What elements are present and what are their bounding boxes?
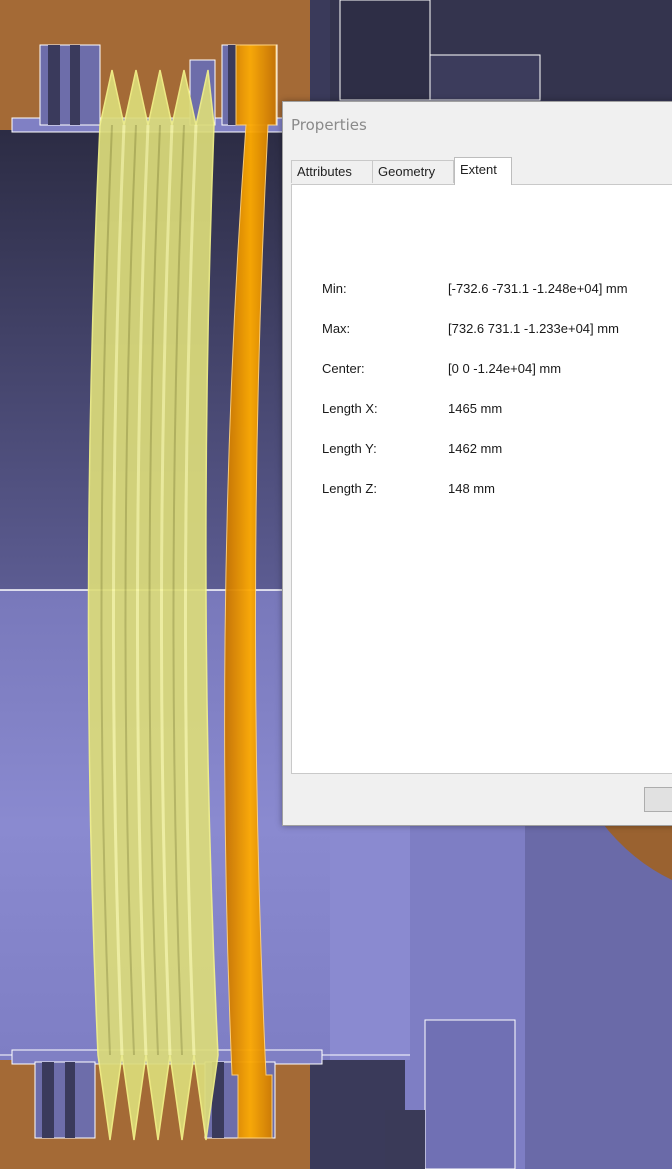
extent-panel: Min: [-732.6 -731.1 -1.248e+04] mm Max: … <box>291 184 672 774</box>
min-label: Min: <box>322 281 347 296</box>
tab-attributes[interactable]: Attributes <box>291 160 373 183</box>
length-x-value: 1465 mm <box>448 401 503 416</box>
max-value: [732.6 731.1 -1.233e+04] mm <box>448 321 619 336</box>
length-z-value: 148 mm <box>448 481 495 496</box>
dialog-title: Properties <box>291 116 367 134</box>
bellows <box>87 69 219 1141</box>
tab-geometry[interactable]: Geometry <box>372 160 454 183</box>
center-value: [0 0 -1.24e+04] mm <box>448 361 562 376</box>
length-z-label: Length Z: <box>322 481 377 496</box>
properties-dialog: Properties Attributes Geometry Extent Mi… <box>282 101 672 826</box>
length-x-label: Length X: <box>322 401 378 416</box>
min-value: [-732.6 -731.1 -1.248e+04] mm <box>448 281 628 296</box>
ok-button[interactable] <box>644 787 672 812</box>
length-y-label: Length Y: <box>322 441 377 456</box>
center-label: Center: <box>322 361 365 376</box>
length-y-value: 1462 mm <box>448 441 503 456</box>
tab-extent[interactable]: Extent <box>454 157 512 185</box>
max-label: Max: <box>322 321 351 336</box>
